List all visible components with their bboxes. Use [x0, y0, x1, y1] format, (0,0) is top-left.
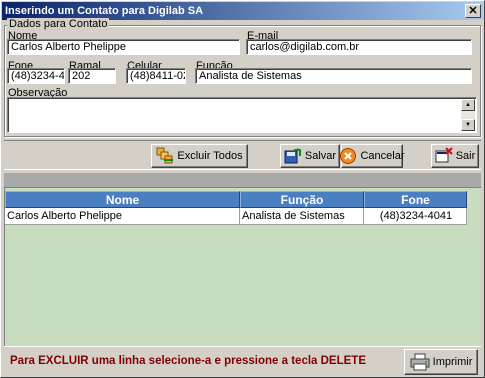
close-button[interactable]: ✕: [465, 4, 481, 18]
observacao-scrollbar[interactable]: ▲ ▼: [461, 99, 475, 131]
save-icon: [284, 148, 301, 164]
window-title: Inserindo um Contato para Digilab SA: [5, 5, 204, 17]
scroll-down-icon[interactable]: ▼: [461, 119, 475, 131]
contacts-grid[interactable]: Nome Função Fone Carlos Alberto Phelippe…: [4, 187, 481, 346]
funcao-field[interactable]: Analista de Sistemas: [195, 68, 472, 84]
salvar-label: Salvar: [304, 150, 337, 162]
sair-button[interactable]: Sair: [431, 144, 479, 168]
cancelar-button[interactable]: Cancelar: [340, 144, 405, 168]
excluir-todos-button[interactable]: Excluir Todos: [151, 144, 248, 168]
cell-nome: Carlos Alberto Phelippe: [5, 208, 240, 225]
status-bar: Para EXCLUIR uma linha selecione-a e pre…: [4, 346, 481, 376]
grid-top-band: [4, 173, 481, 187]
table-row[interactable]: Carlos Alberto Phelippe Analista de Sist…: [5, 208, 467, 225]
cancel-icon: [340, 148, 357, 164]
fone-field[interactable]: (48)3234-4041: [7, 68, 65, 84]
column-header-fone[interactable]: Fone: [364, 191, 467, 208]
column-header-nome[interactable]: Nome: [5, 191, 240, 208]
cancelar-label: Cancelar: [360, 150, 405, 162]
excluir-todos-label: Excluir Todos: [177, 150, 243, 162]
delete-all-icon: [156, 147, 174, 164]
status-message: Para EXCLUIR uma linha selecione-a e pre…: [10, 355, 366, 367]
exit-icon: [435, 147, 453, 163]
action-toolbar: Excluir Todos Salvar Cancelar Sair: [4, 140, 481, 170]
ramal-field[interactable]: 202: [68, 68, 116, 84]
column-header-funcao[interactable]: Função: [240, 191, 364, 208]
cell-fone: (48)3234-4041: [364, 208, 467, 225]
imprimir-label: Imprimir: [432, 356, 473, 368]
printer-icon: [410, 353, 430, 371]
scroll-up-icon[interactable]: ▲: [461, 99, 475, 111]
email-field[interactable]: carlos@digilab.com.br: [246, 39, 472, 55]
observacao-memo[interactable]: ▲ ▼: [7, 97, 477, 133]
salvar-button[interactable]: Salvar: [280, 144, 340, 168]
imprimir-button[interactable]: Imprimir: [404, 349, 478, 375]
cell-funcao: Analista de Sistemas: [240, 208, 364, 225]
contact-dialog: Inserindo um Contato para Digilab SA ✕ D…: [0, 0, 485, 378]
nome-field[interactable]: Carlos Alberto Phelippe: [7, 39, 240, 55]
close-icon: ✕: [468, 5, 478, 17]
grid-header: Nome Função Fone: [5, 191, 467, 208]
celular-field[interactable]: (48)8411-0255: [126, 68, 186, 84]
sair-label: Sair: [455, 150, 476, 162]
group-legend: Dados para Contato: [7, 18, 110, 30]
